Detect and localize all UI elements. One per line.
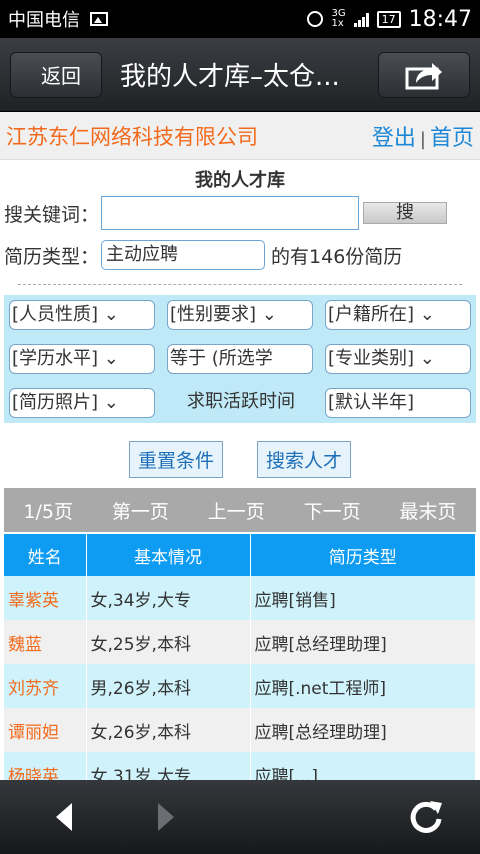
alarm-icon [307,11,324,27]
search-talent-button[interactable]: 搜索人才 [257,441,352,478]
page-title: 我的人才库–太仓... [120,62,340,92]
signal-icon [353,11,369,27]
filter-personnel-type[interactable]: [人员性质] ⌄ [9,300,155,330]
resume-type-label: 简历类型： [4,245,100,268]
candidate-name[interactable]: 谭丽妲 [4,708,87,752]
filter-household[interactable]: [户籍所在] ⌄ [325,300,471,330]
filter-gender[interactable]: [性别要求] ⌄ [167,300,313,330]
battery-icon: 17 [376,10,401,28]
candidate-resume-type: 应聘[.net工程师] [250,664,476,708]
candidate-resume-type: 应聘[总经理助理] [250,708,476,752]
filter-education-compare[interactable]: 等于 (所选学 [167,344,313,374]
column-header: 姓名 [4,534,87,576]
prev-page-link[interactable]: 上一页 [208,497,265,524]
top-links: 登出 | 首页 [372,120,474,152]
search-input[interactable] [101,196,360,230]
page-indicator: 1/5页 [23,500,74,523]
browser-forward-button[interactable] [136,787,196,847]
candidate-resume-type: 应聘[总经理助理] [250,620,476,664]
filter-photo[interactable]: [简历照片] ⌄ [9,388,155,418]
search-row: 搜关键词： 搜 [0,196,480,230]
home-link[interactable]: 首页 [430,126,474,151]
table-row[interactable]: 刘苏齐 男,26岁,本科 应聘[.net工程师] [4,664,476,708]
resume-type-row: 简历类型： 主动应聘 的有146份简历 [0,240,480,270]
filter-education[interactable]: [学历水平] ⌄ [9,344,155,374]
refresh-button[interactable] [396,787,456,847]
share-icon [405,62,442,89]
link-separator: | [419,128,426,150]
table-row[interactable]: 魏蓝 女,25岁,本科 应聘[总经理助理] [4,620,476,664]
share-button[interactable] [378,51,470,98]
search-label: 搜关键词： [4,203,100,226]
network-type: 3G 1x [331,8,346,29]
company-bar: 江苏东仁网络科技有限公司 登出 | 首页 [0,112,480,160]
divider [18,284,462,285]
library-title: 我的人才库 [195,170,285,191]
column-header: 简历类型 [250,534,476,576]
reset-button[interactable]: 重置条件 [128,441,223,478]
browser-back-button[interactable] [34,787,94,847]
candidate-info: 女,25岁,本科 [86,620,251,664]
image-notification-icon [90,12,108,26]
logout-link[interactable]: 登出 [372,126,416,151]
talent-table: 姓名 基本情况 简历类型 辜紫英 女,34岁,大专 应聘[销售] 魏蓝 女,25… [4,534,476,796]
pager: 1/5页 第一页 上一页 下一页 最末页 [4,488,476,532]
candidate-info: 男,26岁,本科 [86,664,251,708]
clock: 18:47 [408,6,472,32]
search-button[interactable]: 搜 [363,202,448,224]
candidate-info: 女,26岁,本科 [86,708,251,752]
first-page-link[interactable]: 第一页 [112,497,169,524]
candidate-name[interactable]: 魏蓝 [4,620,87,664]
back-button[interactable]: 返回 [10,51,102,98]
last-page-link[interactable]: 最末页 [400,497,457,524]
candidate-resume-type: 应聘[销售] [250,576,476,620]
filter-panel: [人员性质] ⌄ [性别要求] ⌄ [户籍所在] ⌄ [学历水平] ⌄ 等于 (… [4,295,476,423]
candidate-info: 女,34岁,大专 [86,576,251,620]
title-bar: 返回 我的人才库–太仓... [0,38,480,112]
table-row[interactable]: 谭丽妲 女,26岁,本科 应聘[总经理助理] [4,708,476,752]
company-name: 江苏东仁网络科技有限公司 [6,124,258,149]
resume-type-select[interactable]: 主动应聘 [101,240,266,270]
status-bar: 中国电信 3G 1x 17 18:47 [0,0,480,38]
refresh-icon [410,801,442,833]
candidate-name[interactable]: 辜紫英 [4,576,87,620]
table-row[interactable]: 辜紫英 女,34岁,大专 应聘[销售] [4,576,476,620]
next-page-link[interactable]: 下一页 [304,497,361,524]
browser-toolbar [0,780,480,854]
filter-active-time[interactable]: [默认半年] [325,388,471,418]
filter-major[interactable]: [专业类别] ⌄ [325,344,471,374]
arrow-left-icon [56,803,72,831]
table-header-row: 姓名 基本情况 简历类型 [4,534,476,576]
candidate-name[interactable]: 刘苏齐 [4,664,87,708]
resume-count: 的有146份简历 [271,245,403,268]
active-time-label: 求职活跃时间 [187,391,295,412]
column-header: 基本情况 [86,534,251,576]
action-buttons: 重置条件 搜索人才 [0,441,480,478]
carrier-name: 中国电信 [8,10,80,31]
arrow-right-icon [158,803,174,831]
